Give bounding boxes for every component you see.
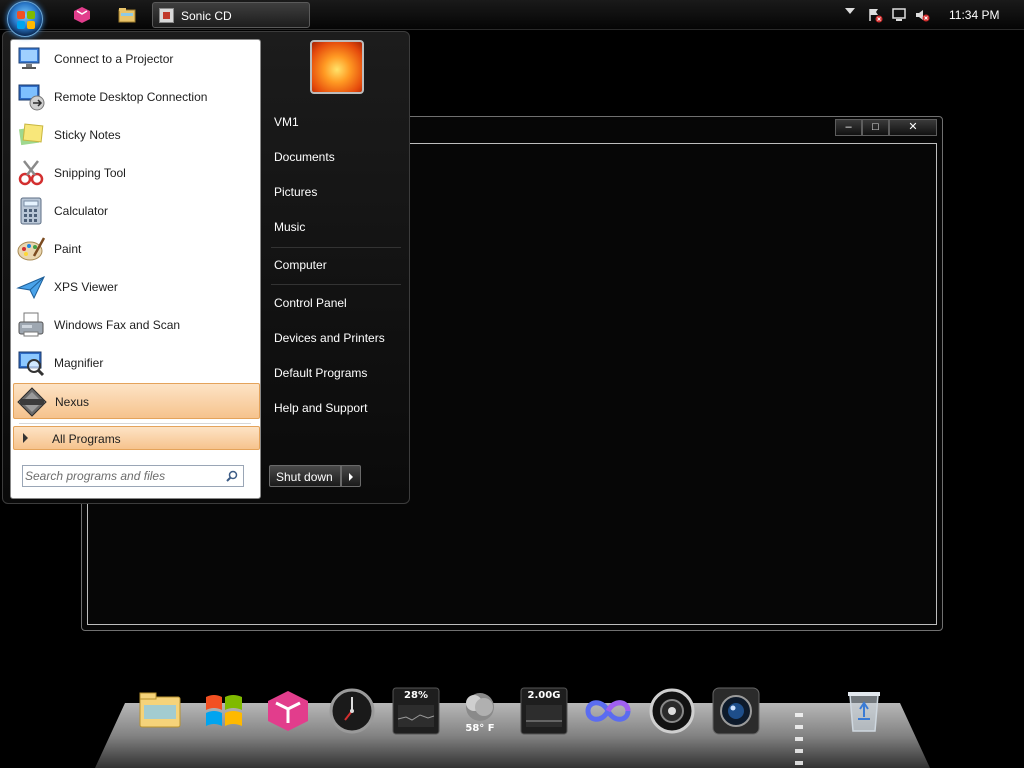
dock-cube[interactable] (264, 687, 312, 735)
program-windows-fax-and-scan[interactable]: Windows Fax and Scan (13, 307, 260, 343)
cube-icon (268, 691, 308, 731)
sticky-notes-icon (16, 120, 46, 150)
infinity-icon (585, 700, 631, 722)
projector-icon (16, 44, 46, 74)
programs-pane: Connect to a Projector Remote Desktop Co… (10, 39, 261, 499)
program-connect-to-projector[interactable]: Connect to a Projector (13, 41, 260, 77)
program-label: Connect to a Projector (54, 52, 174, 66)
program-label: XPS Viewer (54, 280, 118, 294)
start-menu: Connect to a Projector Remote Desktop Co… (2, 31, 410, 504)
dock-memory-meter[interactable]: 2.00G (520, 687, 568, 735)
task-button-label: Sonic CD (181, 9, 232, 23)
user-picture[interactable] (310, 40, 364, 94)
dock-headphones[interactable] (648, 687, 696, 735)
nexus-icon (17, 387, 47, 417)
right-link-devices-and-printers[interactable]: Devices and Printers (274, 331, 385, 345)
program-nexus[interactable]: Nexus (13, 383, 260, 419)
folder-icon (139, 692, 181, 728)
camera-icon (712, 687, 760, 735)
divider (19, 423, 251, 424)
program-sticky-notes[interactable]: Sticky Notes (13, 117, 260, 153)
program-label: Snipping Tool (54, 166, 126, 180)
paper-plane-icon (16, 272, 46, 302)
shutdown-label: Shut down (276, 470, 333, 484)
calculator-icon (16, 196, 46, 226)
folder-quicklaunch-icon[interactable] (117, 5, 137, 25)
program-calculator[interactable]: Calculator (13, 193, 260, 229)
maximize-button[interactable]: □ (862, 119, 889, 136)
search-icon[interactable] (226, 470, 238, 482)
program-snipping-tool[interactable]: Snipping Tool (13, 155, 260, 191)
right-link-music[interactable]: Music (274, 220, 305, 234)
right-link-control-panel[interactable]: Control Panel (274, 296, 347, 310)
program-magnifier[interactable]: Magnifier (13, 345, 260, 381)
dock-recycle-bin[interactable] (840, 687, 888, 735)
nexus-quicklaunch-icon[interactable] (72, 5, 92, 25)
action-center-flag-icon[interactable] (867, 7, 883, 23)
program-remote-desktop[interactable]: Remote Desktop Connection (13, 79, 260, 115)
weather-readout: 58° F (465, 723, 495, 734)
all-programs-label: All Programs (52, 432, 121, 446)
dock-windows[interactable] (200, 687, 248, 735)
recycle-bin-icon (848, 692, 880, 732)
task-button-sonic-cd[interactable]: Sonic CD (152, 2, 310, 28)
program-label: Remote Desktop Connection (54, 90, 208, 104)
right-link-pictures[interactable]: Pictures (274, 185, 317, 199)
program-label: Calculator (54, 204, 109, 218)
program-label: Sticky Notes (54, 128, 121, 142)
close-button[interactable]: ✕ (889, 119, 937, 136)
right-link-user[interactable]: VM1 (274, 115, 299, 129)
dock-infinity[interactable] (584, 687, 632, 735)
volume-muted-icon[interactable] (914, 7, 930, 23)
scissors-icon (16, 158, 46, 188)
divider (271, 284, 401, 285)
chevron-right-icon (349, 473, 353, 481)
right-link-computer[interactable]: Computer (274, 258, 327, 272)
taskbar: Sonic CD 11:34 PM (0, 0, 1024, 30)
chevron-right-icon (23, 433, 28, 443)
program-paint[interactable]: Paint (13, 231, 260, 267)
shutdown-button[interactable]: Shut down (269, 465, 341, 487)
program-label: Paint (54, 242, 82, 256)
program-label: Windows Fax and Scan (54, 318, 181, 332)
program-label: Nexus (55, 395, 90, 409)
magnifier-icon (16, 348, 46, 378)
headphones-icon (649, 688, 695, 734)
remote-desktop-icon (16, 82, 46, 112)
right-link-default-programs[interactable]: Default Programs (274, 366, 367, 380)
all-programs-button[interactable]: All Programs (13, 426, 260, 450)
cpu-readout: 28% (404, 690, 428, 701)
start-button[interactable] (7, 1, 43, 37)
clock[interactable]: 11:34 PM (949, 8, 999, 22)
program-xps-viewer[interactable]: XPS Viewer (13, 269, 260, 305)
dock-cpu-meter[interactable]: 28% (392, 687, 440, 735)
sonic-cd-icon (159, 8, 174, 23)
dock-camera[interactable] (712, 687, 760, 735)
dock-folder[interactable] (136, 687, 184, 735)
clock-icon (329, 688, 375, 734)
network-icon[interactable] (891, 7, 907, 23)
show-hidden-icons-icon[interactable] (845, 8, 855, 14)
dock-weather[interactable]: 58° F (456, 687, 504, 735)
dock-clock[interactable] (328, 687, 376, 735)
shutdown-options-button[interactable] (341, 465, 361, 487)
palette-icon (16, 234, 46, 264)
minimize-button[interactable]: – (835, 119, 862, 136)
search-input[interactable] (25, 468, 215, 484)
divider (271, 247, 401, 248)
right-link-documents[interactable]: Documents (274, 150, 335, 164)
program-label: Magnifier (54, 356, 104, 370)
right-link-help-and-support[interactable]: Help and Support (274, 401, 367, 415)
windows-logo-icon (206, 695, 242, 726)
windows-logo-icon (17, 11, 35, 29)
memory-readout: 2.00G (527, 690, 561, 701)
fax-icon (16, 310, 46, 340)
search-box[interactable] (22, 465, 244, 487)
